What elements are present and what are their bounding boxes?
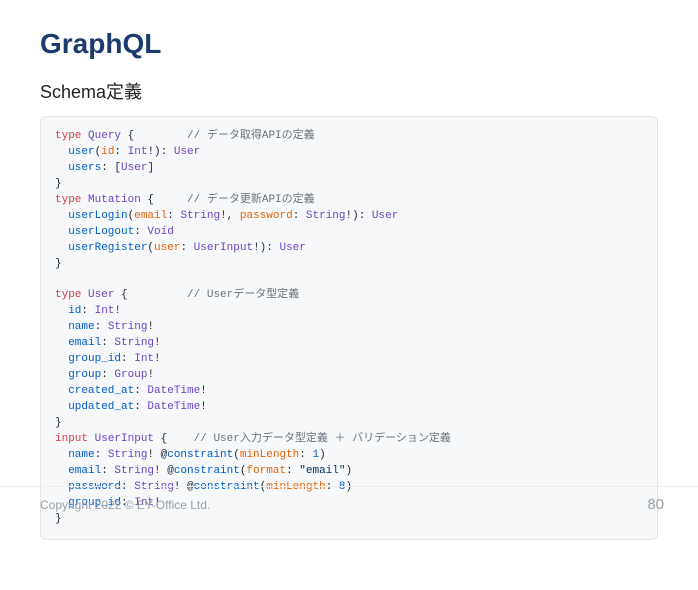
page-subtitle: Schema定義 — [40, 78, 658, 104]
copyright-text: Copyright 2022 © EY-Office Ltd. — [40, 498, 210, 512]
page-number: 80 — [647, 496, 664, 513]
code-block: type Query { // データ取得APIの定義 user(id: Int… — [40, 116, 658, 540]
page-title: GraphQL — [40, 28, 658, 60]
footer: Copyright 2022 © EY-Office Ltd. 80 — [0, 486, 698, 522]
